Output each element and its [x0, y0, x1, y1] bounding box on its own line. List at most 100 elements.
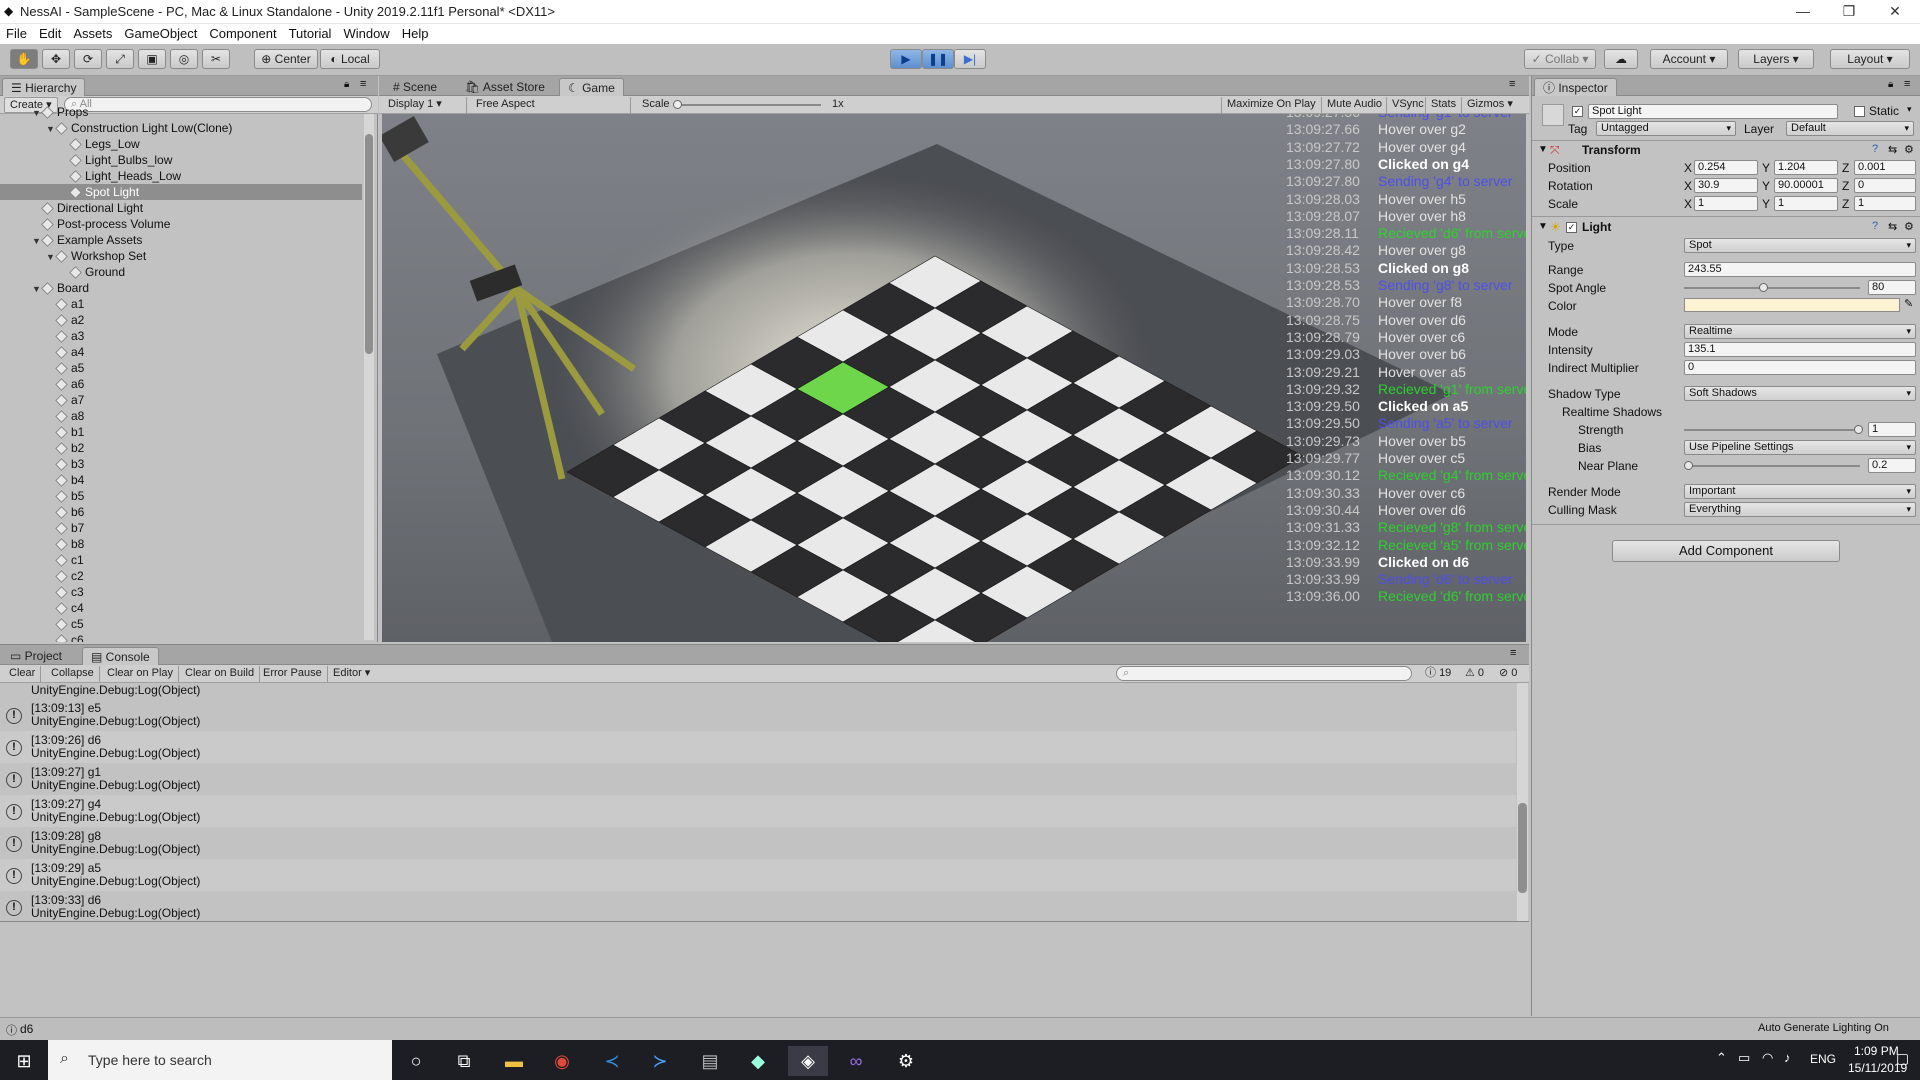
- strength-field[interactable]: 1: [1868, 422, 1916, 437]
- tab-console[interactable]: ▤ Console: [82, 647, 159, 665]
- hierarchy-item[interactable]: ▼ Construction Light Low(Clone): [0, 120, 362, 136]
- rotation-z-field[interactable]: 0: [1854, 178, 1916, 193]
- spot-angle-field[interactable]: 80: [1868, 280, 1916, 295]
- taskbar-search-input[interactable]: ⌕ Type here to search: [48, 1040, 392, 1080]
- hand-tool-icon[interactable]: ✋: [10, 49, 38, 69]
- position-x-field[interactable]: 0.254: [1694, 160, 1758, 175]
- menu-gameobject[interactable]: GameObject: [118, 24, 203, 44]
- volume-icon[interactable]: ♪: [1784, 1050, 1791, 1065]
- maximize-icon[interactable]: ❐: [1826, 0, 1872, 24]
- custom-tool-icon[interactable]: ✂: [202, 49, 230, 69]
- rect-tool-icon[interactable]: ▣: [138, 49, 166, 69]
- layer-dropdown[interactable]: Default: [1786, 121, 1914, 136]
- active-checkbox[interactable]: ✓: [1572, 106, 1583, 117]
- clear-on-build-toggle[interactable]: Clear on Build: [180, 666, 261, 682]
- object-name-field[interactable]: Spot Light: [1588, 104, 1838, 119]
- move-tool-icon[interactable]: ✥: [42, 49, 70, 69]
- panel-menu-icon[interactable]: ≡: [360, 78, 366, 90]
- rotation-x-field[interactable]: 30.9: [1694, 178, 1758, 193]
- hierarchy-item[interactable]: b4: [0, 472, 362, 488]
- tray-chevron-icon[interactable]: ⌃: [1716, 1050, 1727, 1066]
- static-dropdown-icon[interactable]: ▾: [1907, 104, 1912, 115]
- settings-gear-icon[interactable]: ⚙: [886, 1046, 926, 1076]
- strength-knob[interactable]: [1854, 425, 1863, 434]
- windows-start-icon[interactable]: ⊞: [4, 1046, 44, 1076]
- bias-dropdown[interactable]: Use Pipeline Settings: [1684, 440, 1916, 455]
- play-button[interactable]: ▶: [890, 49, 922, 69]
- error-pause-toggle[interactable]: Error Pause: [258, 666, 328, 682]
- near-plane-slider[interactable]: [1684, 461, 1860, 470]
- hierarchy-item[interactable]: a1: [0, 296, 362, 312]
- menu-file[interactable]: File: [0, 24, 33, 44]
- scale-slider[interactable]: [673, 100, 821, 109]
- hierarchy-item[interactable]: a6: [0, 376, 362, 392]
- tab-scene[interactable]: # Scene: [385, 78, 445, 96]
- hierarchy-item[interactable]: Spot Light: [0, 184, 362, 200]
- scale-x-field[interactable]: 1: [1694, 196, 1758, 211]
- shadow-type-dropdown[interactable]: Soft Shadows: [1684, 386, 1916, 401]
- light-foldout-icon[interactable]: ▼: [1538, 221, 1548, 232]
- pivot-local-button[interactable]: ◐ Local: [320, 49, 380, 69]
- powershell-icon[interactable]: ≻: [640, 1046, 680, 1076]
- game-viewport[interactable]: 13:09:27.56Sending 'g1' to server13:09:2…: [382, 114, 1526, 642]
- cortana-icon[interactable]: ○: [396, 1046, 436, 1076]
- clear-button[interactable]: Clear: [4, 666, 42, 682]
- collapse-toggle[interactable]: Collapse: [46, 666, 100, 682]
- menu-component[interactable]: Component: [203, 24, 282, 44]
- aspect-dropdown[interactable]: Free Aspect: [471, 97, 631, 113]
- expand-arrow-icon[interactable]: ▼: [32, 233, 42, 249]
- pause-button[interactable]: ❚❚: [922, 49, 954, 69]
- tab-hierarchy[interactable]: ☰ Hierarchy: [2, 78, 86, 96]
- scale-y-field[interactable]: 1: [1774, 196, 1838, 211]
- light-enabled-checkbox[interactable]: ✓: [1566, 222, 1577, 233]
- hierarchy-item[interactable]: ▼ Props: [0, 104, 362, 120]
- notifications-icon[interactable]: ▢: [1896, 1050, 1909, 1067]
- hierarchy-item[interactable]: c1: [0, 552, 362, 568]
- stats-toggle[interactable]: Stats: [1425, 97, 1461, 113]
- app-icon[interactable]: ◆: [738, 1046, 778, 1076]
- spot-angle-slider[interactable]: [1684, 283, 1860, 292]
- warning-count-toggle[interactable]: ⚠ 0: [1460, 666, 1489, 682]
- battery-icon[interactable]: ▭: [1738, 1050, 1750, 1066]
- strength-slider[interactable]: [1684, 425, 1863, 434]
- menu-edit[interactable]: Edit: [33, 24, 67, 44]
- indirect-multiplier-field[interactable]: 0: [1684, 360, 1916, 375]
- console-row[interactable]: ! [13:09:33] d6 UnityEngine.Debug:Log(Obje…: [0, 891, 1516, 921]
- hierarchy-item[interactable]: b2: [0, 440, 362, 456]
- layers-dropdown[interactable]: Layers ▾: [1738, 49, 1814, 69]
- help-icon[interactable]: ?: [1872, 143, 1878, 155]
- cloud-icon[interactable]: ☁: [1604, 49, 1638, 69]
- hierarchy-item[interactable]: c2: [0, 568, 362, 584]
- hierarchy-item[interactable]: Directional Light: [0, 200, 362, 216]
- spot-angle-knob[interactable]: [1759, 283, 1768, 292]
- console-row[interactable]: ! [13:09:28] g8 UnityEngine.Debug:Log(Obje…: [0, 827, 1516, 859]
- preset-icon[interactable]: ⇆: [1888, 143, 1897, 156]
- hierarchy-item[interactable]: a8: [0, 408, 362, 424]
- rotation-y-field[interactable]: 90.00001: [1774, 178, 1838, 193]
- console-row[interactable]: ! [13:09:13] e5 UnityEngine.Debug:Log(Obje…: [0, 699, 1516, 731]
- mode-dropdown[interactable]: Realtime: [1684, 324, 1916, 339]
- hierarchy-item[interactable]: ▼ Workshop Set: [0, 248, 362, 264]
- console-row[interactable]: ! [13:09:26] d6 UnityEngine.Debug:Log(Obje…: [0, 731, 1516, 763]
- tab-game[interactable]: ☾ Game: [559, 78, 624, 96]
- vsync-toggle[interactable]: VSync: [1386, 97, 1429, 113]
- file-explorer-icon[interactable]: ▬: [494, 1046, 534, 1076]
- hierarchy-item[interactable]: b6: [0, 504, 362, 520]
- render-mode-dropdown[interactable]: Important: [1684, 484, 1916, 499]
- wifi-icon[interactable]: ◠: [1762, 1050, 1773, 1066]
- static-checkbox[interactable]: [1854, 106, 1865, 117]
- near-plane-field[interactable]: 0.2: [1868, 458, 1916, 473]
- menu-assets[interactable]: Assets: [67, 24, 118, 44]
- position-z-field[interactable]: 0.001: [1854, 160, 1916, 175]
- panel-menu-icon[interactable]: ≡: [1904, 78, 1910, 90]
- maximize-on-play-toggle[interactable]: Maximize On Play: [1221, 97, 1321, 113]
- vscode-icon[interactable]: ≺: [592, 1046, 632, 1076]
- visual-studio-icon[interactable]: ∞: [836, 1046, 876, 1076]
- menu-help[interactable]: Help: [396, 24, 435, 44]
- hierarchy-item[interactable]: b3: [0, 456, 362, 472]
- add-component-button[interactable]: Add Component: [1612, 540, 1840, 562]
- hierarchy-item[interactable]: Legs_Low: [0, 136, 362, 152]
- hierarchy-item[interactable]: Post-process Volume: [0, 216, 362, 232]
- gizmos-dropdown[interactable]: Gizmos ▾: [1461, 97, 1518, 113]
- transform-foldout-icon[interactable]: ▼: [1538, 144, 1548, 155]
